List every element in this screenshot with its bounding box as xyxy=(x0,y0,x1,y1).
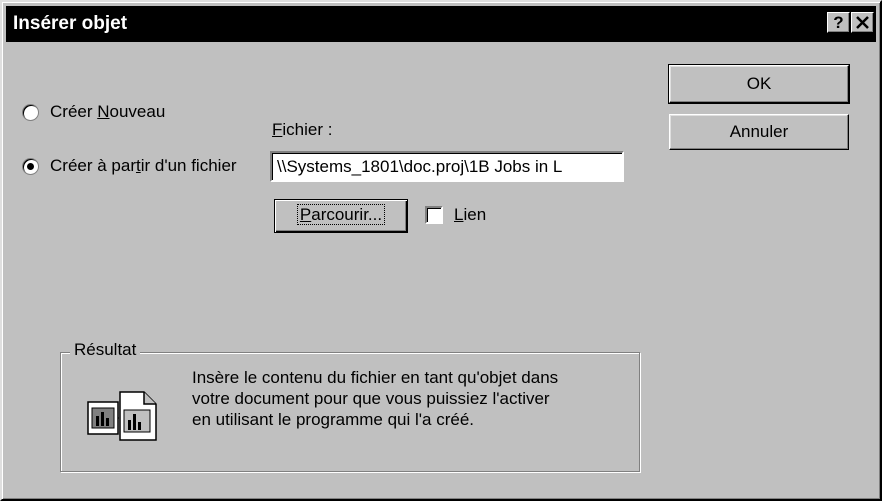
document-object-icon xyxy=(87,391,157,441)
window-title: Insérer objet xyxy=(13,13,128,34)
link-checkbox[interactable] xyxy=(425,206,443,224)
browse-button[interactable]: Parcourir... xyxy=(274,199,408,233)
ok-button[interactable]: OK xyxy=(668,64,850,104)
result-line: Insère le contenu du fichier en tant qu'… xyxy=(192,368,559,387)
create-new-label[interactable]: Créer Nouveau xyxy=(50,102,165,122)
help-button[interactable]: ? xyxy=(827,12,850,33)
link-label[interactable]: Lien xyxy=(454,205,486,225)
insert-object-dialog: Insérer objet ? Créer Nouveau Créer à pa… xyxy=(0,0,882,501)
close-icon xyxy=(856,16,869,29)
file-path-input[interactable]: \\Systems_1801\doc.proj\1B Jobs in L xyxy=(270,151,624,182)
create-from-file-label[interactable]: Créer à partir d'un fichier xyxy=(50,156,237,176)
result-group-title: Résultat xyxy=(70,340,141,360)
create-from-file-radio[interactable] xyxy=(23,159,38,174)
create-new-radio[interactable] xyxy=(23,105,38,120)
file-label: Fichier : xyxy=(272,120,333,139)
title-bar: Insérer objet ? xyxy=(6,6,876,42)
cancel-button[interactable]: Annuler xyxy=(669,114,849,150)
radio-selected-dot xyxy=(27,163,34,170)
browse-label: Parcourir... xyxy=(296,204,386,225)
close-button[interactable] xyxy=(851,12,874,33)
result-line: votre document pour que vous puissiez l'… xyxy=(192,389,550,408)
result-description: Insère le contenu du fichier en tant qu'… xyxy=(192,367,632,430)
result-line: en utilisant le programme qui l'a créé. xyxy=(192,410,474,429)
